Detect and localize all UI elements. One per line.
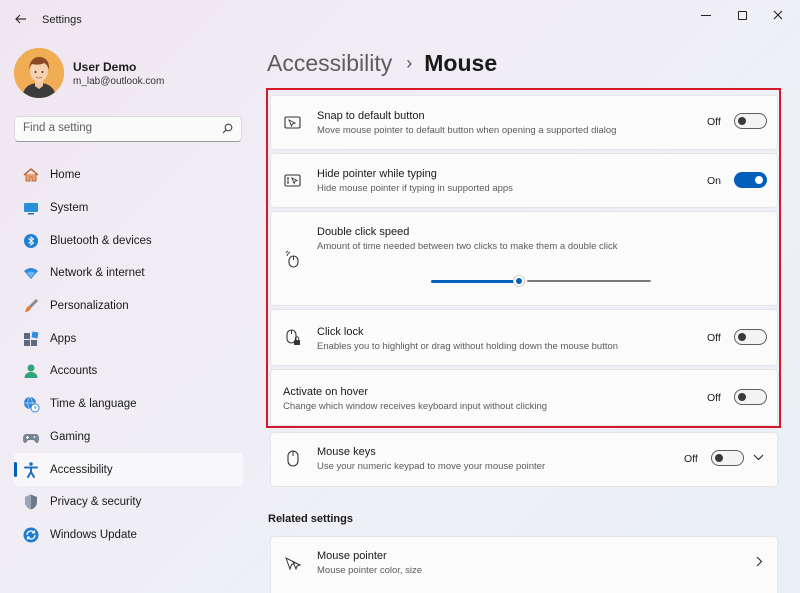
double-click-icon [283, 249, 303, 269]
toggle-knob [738, 117, 746, 125]
chevron-right-icon[interactable] [755, 556, 763, 570]
minimize-icon [701, 14, 711, 16]
sidebar-item-bluetooth[interactable]: Bluetooth & devices [14, 224, 243, 257]
chevron-down-icon[interactable] [753, 450, 764, 464]
minimize-button[interactable] [688, 4, 724, 26]
toggle-knob [755, 176, 763, 184]
mouse-lock-icon [283, 328, 303, 348]
setting-snap-to-default: Snap to default button Move mouse pointe… [270, 95, 778, 150]
search-input[interactable] [23, 122, 213, 134]
setting-description: Use your numeric keypad to move your mou… [317, 461, 546, 472]
accounts-icon [22, 362, 40, 380]
update-icon [22, 526, 40, 544]
shield-icon [22, 493, 40, 511]
setting-title: Activate on hover [283, 386, 368, 398]
home-icon [22, 166, 40, 184]
close-icon [773, 10, 783, 20]
toggle-state-label: Off [684, 453, 698, 465]
setting-click-lock: Click lock Enables you to highlight or d… [270, 309, 778, 366]
setting-description: Move mouse pointer to default button whe… [317, 125, 617, 136]
page-title: Mouse [424, 49, 498, 76]
click-lock-toggle[interactable] [734, 329, 767, 345]
hide-pointer-toggle[interactable] [734, 172, 767, 188]
breadcrumb-separator-icon: › [406, 52, 413, 73]
breadcrumb-parent[interactable]: Accessibility [267, 50, 392, 77]
activate-hover-toggle[interactable] [734, 389, 767, 405]
toggle-state-label: On [707, 175, 722, 187]
setting-description: Mouse pointer color, size [317, 565, 423, 576]
user-name: User Demo [73, 60, 137, 74]
sidebar-item-accessibility[interactable]: Accessibility [14, 453, 243, 486]
slider-thumb[interactable] [513, 275, 525, 287]
toggle-knob [715, 454, 723, 462]
snap-toggle[interactable] [734, 113, 767, 129]
setting-title: Hide pointer while typing [317, 168, 437, 180]
breadcrumb: Accessibility › Mouse [267, 48, 497, 78]
setting-activate-on-hover: Activate on hover Change which window re… [270, 369, 778, 426]
sidebar-item-windows-update[interactable]: Windows Update [14, 519, 243, 552]
sidebar-item-personalization[interactable]: Personalization [14, 290, 243, 323]
sidebar-item-gaming[interactable]: Gaming [14, 421, 243, 454]
maximize-button[interactable] [724, 4, 760, 26]
sidebar-item-apps[interactable]: Apps [14, 322, 243, 355]
active-indicator [14, 462, 17, 478]
close-button[interactable] [760, 4, 796, 26]
setting-title: Mouse pointer [317, 550, 387, 562]
section-heading: Related settings [268, 513, 353, 525]
toggle-knob [738, 393, 746, 401]
bluetooth-icon [22, 232, 40, 250]
setting-mouse-keys[interactable]: Mouse keys Use your numeric keypad to mo… [270, 432, 778, 487]
setting-description: Amount of time needed between two clicks… [317, 241, 618, 252]
mouse-keys-toggle[interactable] [711, 450, 744, 466]
sidebar-nav: Home System Bluetooth & devices Network … [14, 159, 243, 551]
setting-title: Double click speed [317, 226, 410, 238]
sidebar-item-time-language[interactable]: Time & language [14, 388, 243, 421]
brush-icon [22, 297, 40, 315]
network-icon [22, 264, 40, 282]
back-arrow-icon [15, 14, 26, 24]
setting-mouse-pointer[interactable]: Mouse pointer Mouse pointer color, size [270, 536, 778, 593]
slider-track [527, 280, 651, 282]
setting-title: Snap to default button [317, 110, 425, 122]
back-button[interactable] [10, 9, 32, 29]
slider-track-filled [431, 280, 514, 283]
sidebar-item-accounts[interactable]: Accounts [14, 355, 243, 388]
toggle-state-label: Off [707, 116, 721, 128]
setting-double-click-speed: Double click speed Amount of time needed… [270, 211, 778, 306]
toggle-state-label: Off [707, 332, 721, 344]
globe-clock-icon [22, 395, 40, 413]
gamepad-icon [22, 428, 40, 446]
sidebar-item-network[interactable]: Network & internet [14, 257, 243, 290]
setting-hide-pointer: Hide pointer while typing Hide mouse poi… [270, 153, 778, 208]
sidebar-item-home[interactable]: Home [14, 159, 243, 192]
title-bar: Settings [0, 0, 800, 36]
app-title: Settings [42, 14, 82, 26]
pointer-icon [283, 554, 303, 574]
hide-pointer-icon [283, 171, 303, 191]
setting-description: Enables you to highlight or drag without… [317, 341, 619, 352]
user-email: m_lab@outlook.com [73, 76, 165, 87]
toggle-state-label: Off [707, 392, 721, 404]
double-click-speed-slider[interactable] [431, 275, 651, 287]
system-icon [22, 199, 40, 217]
user-avatar-icon [14, 48, 64, 98]
maximize-icon [737, 10, 747, 20]
setting-description: Change which window receives keyboard in… [283, 401, 548, 412]
search-icon[interactable] [222, 123, 233, 134]
search-box[interactable] [14, 116, 242, 142]
mouse-icon [283, 449, 303, 469]
setting-description: Hide mouse pointer if typing in supporte… [317, 183, 513, 194]
toggle-knob [738, 333, 746, 341]
sidebar-item-system[interactable]: System [14, 192, 243, 225]
accessibility-icon [22, 461, 40, 479]
apps-icon [22, 330, 40, 348]
setting-title: Click lock [317, 326, 364, 338]
avatar[interactable] [14, 48, 64, 98]
sidebar-item-privacy-security[interactable]: Privacy & security [14, 486, 243, 519]
snap-pointer-icon [283, 113, 303, 133]
setting-title: Mouse keys [317, 446, 376, 458]
